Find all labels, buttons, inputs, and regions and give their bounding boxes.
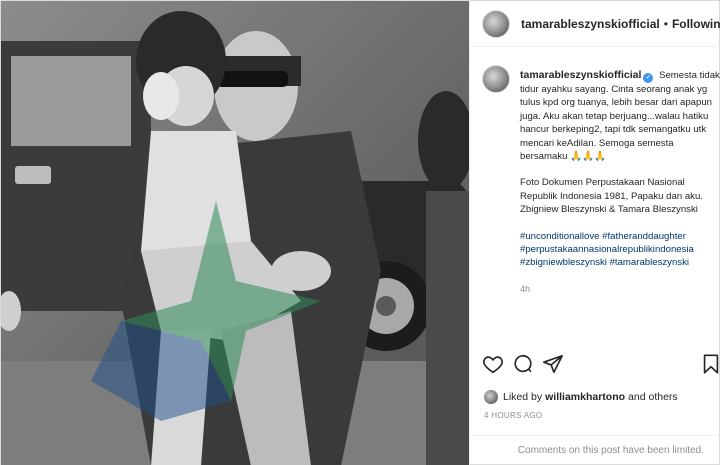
likes-others[interactable]: and others [628,391,678,403]
caption-body: tamarableszynskiofficial ✓ Semesta tidak … [520,69,720,296]
hashtag-line[interactable]: #zbigniewbleszynski #tamarableszynski [520,256,720,269]
vintage-photo-illustration [1,1,469,465]
bookmark-icon[interactable] [700,353,720,375]
caption-username[interactable]: tamarableszynskiofficial [520,69,641,81]
verified-badge-icon: ✓ [643,73,654,83]
author-username[interactable]: tamarableszynskiofficial [521,17,660,31]
post-photo[interactable] [1,1,469,465]
comments-limited-notice: Comments on this post have been limited. [470,435,720,465]
share-icon[interactable] [542,353,564,375]
heart-icon[interactable] [482,353,504,375]
caption-text-photo-credit: Foto Dokumen Perpustakaan Nasional Repub… [520,177,703,202]
following-button[interactable]: Following [672,17,720,31]
header-separator: • [663,16,668,31]
comment-icon[interactable] [512,353,534,375]
caption-hashtags: #unconditionallove #fatheranddaughter #p… [520,230,720,270]
hashtag-line[interactable]: #unconditionallove #fatheranddaughter [520,230,720,243]
post-header: tamarableszynskiofficial • Following [470,1,720,47]
hashtag-line[interactable]: #perpustakaannasionalrepublikindonesia [520,243,720,256]
post-timestamp[interactable]: 4 HOURS AGO [484,411,542,420]
author-avatar[interactable] [482,9,510,38]
liker-avatar[interactable] [484,390,498,404]
liker-username[interactable]: williamkhartono [545,391,625,403]
likes-prefix: Liked by [503,391,543,403]
caption-avatar[interactable] [482,65,510,93]
caption-text-names: Zbigniew Bleszynski & Tamara Bleszynski [520,204,698,216]
post-sidebar: tamarableszynskiofficial • Following tam… [469,1,720,465]
likes-summary: Liked by williamkhartono and others [484,389,678,405]
instagram-post: tamarableszynskiofficial • Following tam… [0,0,720,465]
post-actions [482,353,719,377]
caption-time-ago[interactable]: 4h [520,283,720,296]
caption-text-main: Semesta tidak tidur ayahku sayang. Cinta… [520,70,720,163]
